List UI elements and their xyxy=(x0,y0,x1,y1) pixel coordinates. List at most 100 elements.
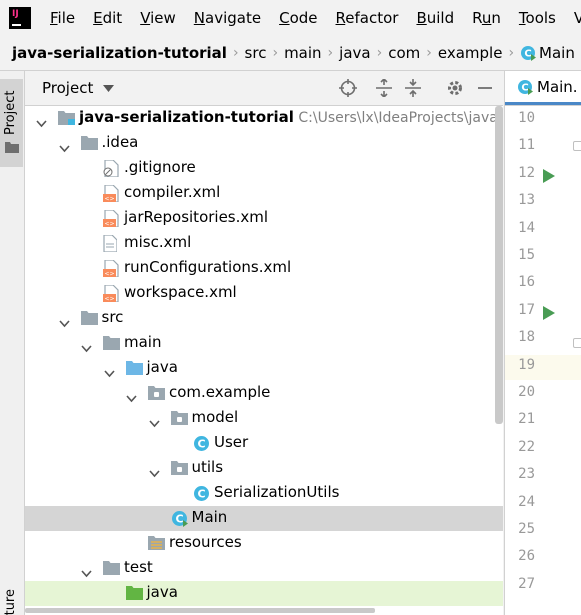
menu-bar: IJ File Edit View Navigate Code Refactor Build… xyxy=(0,0,581,36)
run-icon[interactable] xyxy=(543,305,555,324)
line-number: 13 xyxy=(518,192,535,209)
line-number: 27 xyxy=(518,575,535,592)
tree-node-label: src xyxy=(101,308,124,326)
ignored-file-icon xyxy=(103,159,120,178)
tree-node[interactable]: model xyxy=(25,406,503,431)
tree-node-label: SerializationUtils xyxy=(214,483,340,501)
chevron-down-icon[interactable] xyxy=(103,82,115,95)
menu-refactor[interactable]: Refactor xyxy=(336,9,399,27)
fold-marker-icon[interactable] xyxy=(573,338,581,348)
tree-node[interactable]: C Main xyxy=(25,506,503,531)
tree-node-label: User xyxy=(214,433,249,451)
resources-folder-icon xyxy=(148,535,165,552)
tree-node[interactable]: src xyxy=(25,306,503,331)
minimize-icon[interactable] xyxy=(475,78,495,98)
vertical-scrollbar[interactable] xyxy=(495,106,503,424)
expand-arrow-icon[interactable] xyxy=(103,364,115,378)
breadcrumb-item[interactable]: com xyxy=(384,44,424,62)
menu-view[interactable]: View xyxy=(140,9,176,27)
tree-node[interactable]: <> jarRepositories.xml xyxy=(25,206,503,231)
menu-vcs[interactable]: VCS xyxy=(574,9,581,27)
tree-node-path: C:\Users\lx\IdeaProjects\java-se xyxy=(293,110,503,126)
tree-node-label: com.example xyxy=(169,383,271,401)
tree-node[interactable]: <> runConfigurations.xml xyxy=(25,256,503,281)
tree-node[interactable]: com.example xyxy=(25,381,503,406)
breadcrumb-separator-icon: › xyxy=(376,45,383,61)
fold-marker-icon[interactable] xyxy=(573,141,581,151)
tree-node[interactable]: misc.xml xyxy=(25,231,503,256)
breadcrumb-item[interactable]: src xyxy=(241,44,271,62)
editor-tab-main[interactable]: C Main. xyxy=(505,71,581,105)
folder-icon xyxy=(80,310,98,327)
horizontal-scrollbar[interactable] xyxy=(25,608,375,613)
expand-arrow-icon[interactable] xyxy=(36,114,47,128)
expand-arrow-icon[interactable] xyxy=(148,414,160,428)
breadcrumb-separator-icon: › xyxy=(232,45,239,61)
menu-tools[interactable]: Tools xyxy=(519,9,556,27)
line-number: 25 xyxy=(518,521,535,537)
breadcrumb-item[interactable]: main xyxy=(280,44,325,62)
package-icon xyxy=(170,460,188,477)
expand-arrow-icon[interactable] xyxy=(58,314,70,328)
class-icon: C xyxy=(193,435,210,452)
gear-icon[interactable] xyxy=(445,78,465,98)
tree-node-label: compiler.xml xyxy=(124,183,221,201)
line-number: 14 xyxy=(518,219,535,236)
menu-file[interactable]: File xyxy=(50,9,75,27)
expand-arrow-icon[interactable] xyxy=(81,564,92,578)
tree-node[interactable]: main xyxy=(25,331,503,356)
tree-node-label: main xyxy=(124,333,162,351)
tree-node[interactable]: .idea xyxy=(25,131,503,156)
tree-node[interactable]: <> workspace.xml xyxy=(25,281,503,306)
file-icon xyxy=(103,234,120,253)
breadcrumb-separator-icon: › xyxy=(272,45,279,61)
xml-file-icon: <> xyxy=(103,184,120,203)
menu-code[interactable]: Code xyxy=(279,9,317,27)
tree-node[interactable]: java xyxy=(25,581,503,606)
tree-node-label: jarRepositories.xml xyxy=(124,208,269,226)
menu-build[interactable]: Build xyxy=(416,9,454,27)
tree-node[interactable]: C SerializationUtils xyxy=(25,481,503,506)
menu-run[interactable]: Run xyxy=(472,9,501,27)
package-icon xyxy=(170,410,188,427)
tree-node[interactable]: utils xyxy=(25,456,503,481)
source-root-icon xyxy=(125,360,143,377)
expand-arrow-icon[interactable] xyxy=(81,339,92,353)
tree-node[interactable]: java-serialization-tutorial C:\Users\lx\… xyxy=(25,106,503,131)
breadcrumb-item[interactable]: C Main xyxy=(516,44,579,62)
menu-edit[interactable]: Edit xyxy=(93,9,122,27)
locate-target-icon[interactable] xyxy=(338,78,358,98)
breadcrumb-label: Main xyxy=(539,44,575,62)
svg-text:C: C xyxy=(524,49,531,60)
tree-node[interactable]: java xyxy=(25,356,503,381)
menu-navigate[interactable]: Navigate xyxy=(194,9,261,27)
breadcrumb-item[interactable]: example xyxy=(434,44,507,62)
editor-tab-label: Main. xyxy=(537,77,578,96)
tree-node-label: Main xyxy=(191,508,228,526)
breadcrumb-separator-icon: › xyxy=(426,45,432,61)
tree-node[interactable]: resources xyxy=(25,531,503,556)
tree-node-label: resources xyxy=(169,533,242,551)
collapse-all-icon[interactable] xyxy=(403,78,423,98)
structure-tool-window-button[interactable]: ture xyxy=(0,575,23,615)
project-tree: java test resources C Main C SerializationUtil… xyxy=(25,106,503,615)
line-number: 21 xyxy=(518,411,535,428)
tree-node[interactable]: test xyxy=(25,556,503,581)
tree-node[interactable]: <> compiler.xml xyxy=(25,181,503,206)
expand-all-icon[interactable] xyxy=(374,78,394,98)
breadcrumb-item[interactable]: java xyxy=(335,44,374,62)
expand-arrow-icon[interactable] xyxy=(126,389,137,403)
project-tool-window-button[interactable]: Project xyxy=(0,79,23,167)
tree-node[interactable]: .gitignore xyxy=(25,156,503,181)
expand-arrow-icon[interactable] xyxy=(148,464,160,478)
line-number: 19 xyxy=(518,356,535,373)
tree-node[interactable]: C User xyxy=(25,431,503,456)
breadcrumb-item[interactable]: java-serialization-tutorial xyxy=(0,44,231,62)
project-view-selector[interactable]: Project xyxy=(42,79,93,97)
tree-node-label: .idea xyxy=(101,133,139,151)
main-class-icon: C xyxy=(171,510,188,527)
folder-icon xyxy=(103,560,120,577)
expand-arrow-icon[interactable] xyxy=(58,139,70,153)
run-icon[interactable] xyxy=(543,168,555,187)
class-icon: C xyxy=(193,485,210,502)
